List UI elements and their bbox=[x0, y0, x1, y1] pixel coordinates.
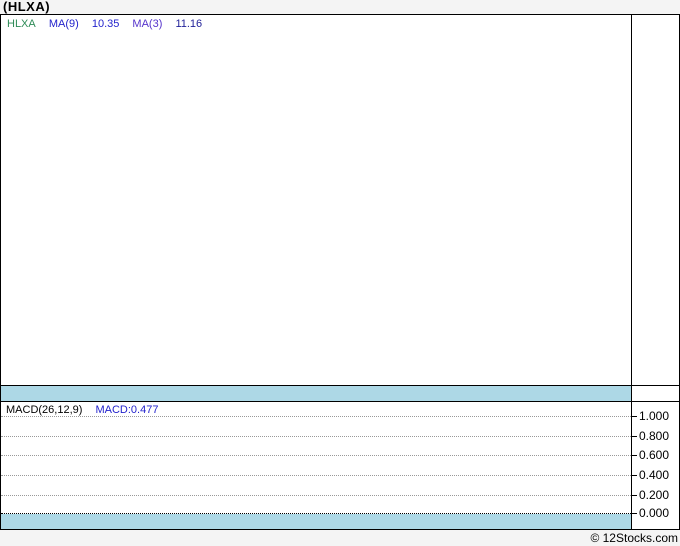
axis-label: 0.200 bbox=[639, 488, 670, 502]
axis-label: 0.600 bbox=[639, 448, 670, 462]
chart-frame: HLXA MA(9) 10.35 MA(3) 11.16 MACD(26,12,… bbox=[0, 14, 680, 530]
gridline-0.600 bbox=[1, 455, 631, 456]
price-plot-area bbox=[1, 15, 631, 385]
tick-mark bbox=[631, 495, 637, 496]
axis-divider bbox=[631, 15, 632, 529]
separator-band bbox=[1, 386, 631, 401]
tick-mark bbox=[631, 436, 637, 437]
axis-label: 0.800 bbox=[639, 429, 670, 443]
macd-legend: MACD(26,12,9) MACD:0.477 bbox=[6, 404, 168, 416]
tick-mark bbox=[631, 416, 637, 417]
tick-mark bbox=[631, 475, 637, 476]
axis-label: 0.400 bbox=[639, 468, 670, 482]
tick-mark bbox=[631, 455, 637, 456]
page-title: (HLXA) bbox=[3, 0, 51, 14]
macd-legend-value: MACD:0.477 bbox=[95, 404, 159, 416]
macd-below-zero-band bbox=[1, 514, 631, 529]
watermark-credit: © 12Stocks.com bbox=[590, 531, 678, 545]
gridline-0.200 bbox=[1, 495, 631, 496]
axis-label: 1.000 bbox=[639, 409, 670, 423]
gridline-1.000 bbox=[1, 416, 631, 417]
axis-label: 0.000 bbox=[639, 506, 670, 520]
gridline-0.800 bbox=[1, 436, 631, 437]
gridline-0.400 bbox=[1, 475, 631, 476]
tick-mark bbox=[631, 513, 637, 514]
macd-legend-label: MACD(26,12,9) bbox=[6, 404, 83, 416]
macd-panel-top-border bbox=[1, 401, 679, 402]
